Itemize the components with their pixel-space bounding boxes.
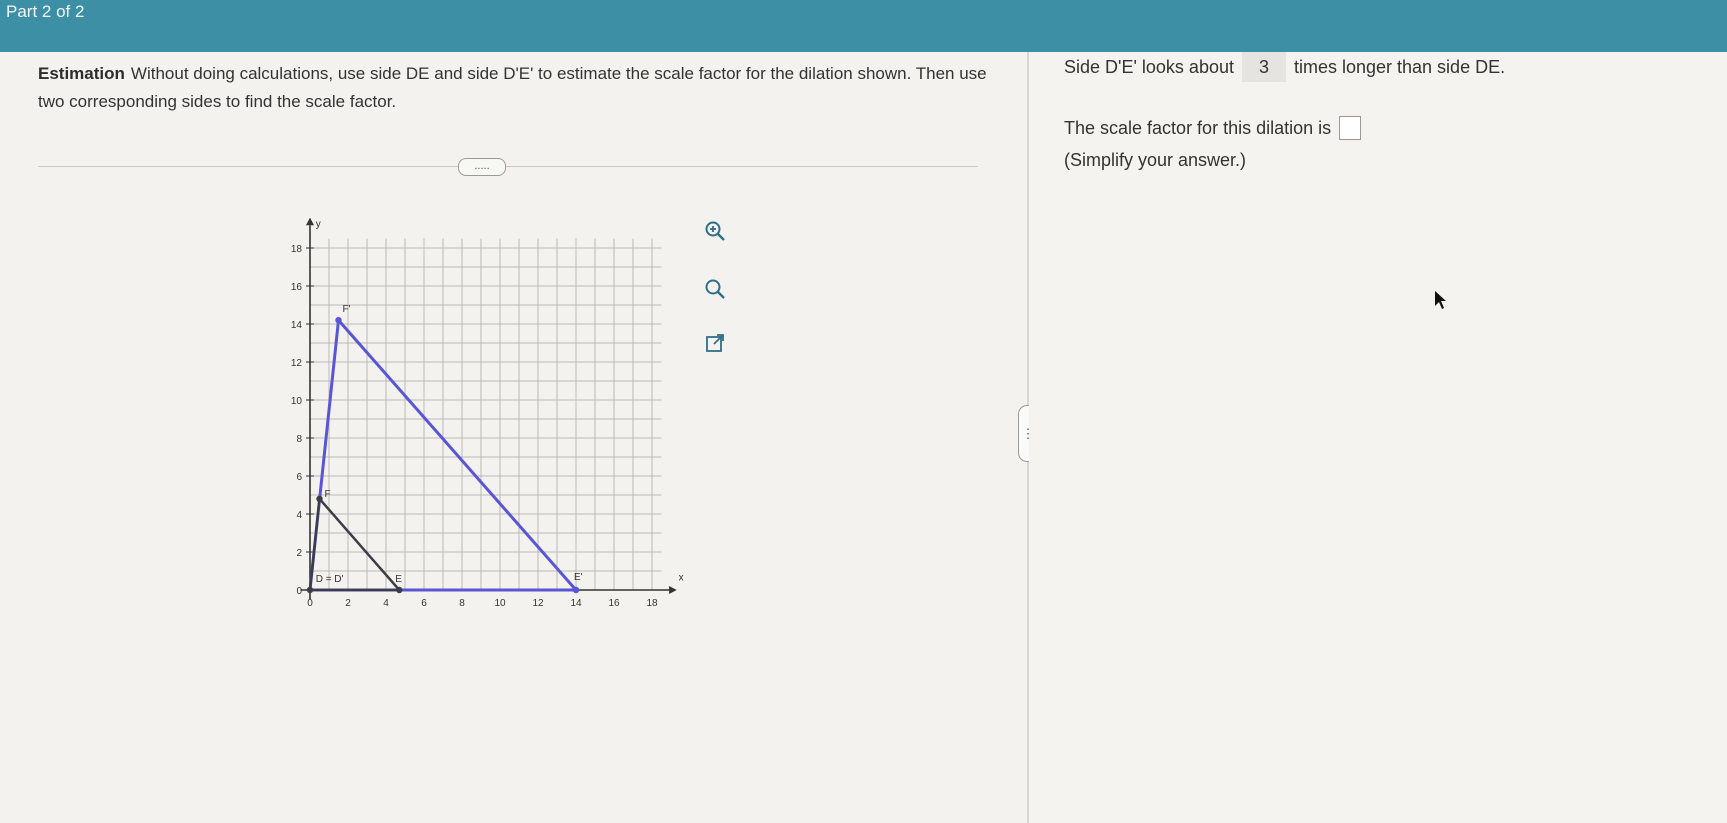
header-bar: Part 2 of 2 [0,0,1727,52]
mouse-cursor-icon [1435,291,1446,309]
point-f [316,495,323,502]
x-tick-label: 4 [383,598,389,609]
y-axis-arrow-icon [306,218,314,226]
x-tick-label: 18 [646,598,658,609]
separator [38,166,978,167]
x-axis-label: x [679,573,684,584]
x-tick-label: 6 [421,598,427,609]
x-axis-arrow-icon [669,586,677,594]
zoom-in-icon[interactable] [700,216,730,246]
point-f-prime [335,317,342,324]
question-prompt: Estimation Without doing calculations, us… [38,60,988,116]
more-button[interactable]: ..... [458,158,506,176]
y-tick-label: 16 [291,282,303,293]
answer-line: Side D'E' looks about 3 times longer tha… [1064,52,1505,82]
y-tick-label: 12 [291,358,303,369]
question-lead: Estimation [38,64,125,83]
answer-input[interactable]: 3 [1241,52,1286,82]
zoom-out-icon[interactable] [700,274,730,304]
scale-factor-text: The scale factor for this dilation is [1064,117,1332,138]
scale-factor-input[interactable] [1339,116,1362,140]
label-e-prime: E' [574,572,583,583]
label-d: D = D' [316,574,344,585]
point-e-prime [572,586,580,594]
x-tick-label: 2 [345,598,351,609]
point-e [396,586,403,594]
simplify-note: (Simplify your answer.) [1064,150,1247,170]
scale-factor-line: The scale factor for this dilation is [1064,116,1362,140]
y-axis-label: y [316,219,321,230]
answer-prefix: Side D'E' looks about [1064,56,1234,77]
label-f-prime: F' [343,304,351,315]
y-tick-label: 0 [296,586,302,597]
y-tick-label: 6 [296,472,302,483]
tick-labels: 0 2 4 6 8 10 12 14 16 18 2 4 6 8 10 12 14 16 18 0 [291,244,658,609]
label-f: F [325,489,331,500]
y-tick-label: 2 [296,548,302,559]
label-e: E [395,574,402,585]
popout-icon[interactable] [700,328,730,358]
part-label: Part 2 of 2 [6,2,85,21]
y-tick-label: 4 [296,510,302,521]
coordinate-graph: x y 0 2 4 6 8 10 12 14 16 18 2 4 6 8 10 12 14 16 18 0 F' F D =… [291,218,684,609]
y-tick-label: 18 [291,244,303,255]
grid [309,238,662,591]
x-tick-label: 16 [608,598,620,609]
x-tick-label: 0 [307,598,313,609]
x-tick-label: 12 [532,598,544,609]
x-tick-label: 14 [570,598,582,609]
x-tick-label: 8 [459,598,465,609]
y-tick-label: 14 [291,320,303,331]
answer-suffix: times longer than side DE. [1293,56,1506,77]
point-d [306,586,314,594]
y-tick-label: 8 [296,434,302,445]
x-tick-label: 10 [494,598,506,609]
question-text: Without doing calculations, use side DE … [38,64,987,111]
y-tick-label: 10 [291,396,303,407]
